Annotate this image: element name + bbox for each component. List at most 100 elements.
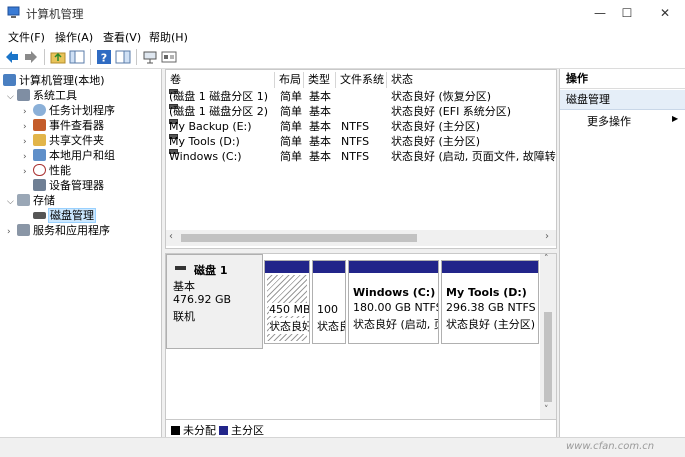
event-viewer-icon bbox=[33, 119, 46, 131]
type-cell: 基本 bbox=[309, 90, 331, 103]
partition-status: 状态良好 (主分区) bbox=[446, 318, 536, 331]
disk-graphic-panel: 磁盘 1 基本 476.92 GB 联机 450 MB 状态良好 100 状态良… bbox=[165, 253, 557, 421]
vertical-scrollbar[interactable]: ˄ ˅ bbox=[540, 254, 556, 420]
scroll-down-icon[interactable]: ˅ bbox=[544, 405, 549, 415]
layout-cell: 简单 bbox=[280, 150, 302, 163]
fs-cell: NTFS bbox=[341, 135, 370, 148]
unallocated-swatch bbox=[171, 426, 180, 435]
forward-arrow-icon[interactable] bbox=[23, 49, 39, 65]
tree-item-shared-folders[interactable]: › 共享文件夹 bbox=[23, 133, 104, 148]
scrollbar-thumb[interactable] bbox=[544, 312, 552, 402]
tree-item-performance[interactable]: › 性能 bbox=[23, 163, 71, 178]
table-row[interactable]: My Tools (D:) 简单 基本 NTFS 状态良好 (主分区) bbox=[166, 134, 556, 149]
column-header-layout[interactable]: 布局 bbox=[275, 72, 304, 88]
watermark: www.cfan.com.cn bbox=[566, 441, 655, 452]
tree-item-device-manager[interactable]: 设备管理器 bbox=[33, 178, 104, 193]
users-icon bbox=[33, 149, 46, 161]
layout-cell: 简单 bbox=[280, 120, 302, 133]
navigation-tree: 计算机管理(本地) ⌵ 系统工具 › 任务计划程序 › 事件查看器 › 共享文件夹 › 本… bbox=[0, 69, 162, 437]
partition-block[interactable]: 100 状态良 bbox=[312, 260, 346, 344]
legend: 未分配 主分区 bbox=[165, 419, 557, 438]
table-row[interactable]: (磁盘 1 磁盘分区 1) 简单 基本 状态良好 (恢复分区) bbox=[166, 89, 556, 104]
status-cell: 状态良好 (启动, 页面文件, 故障转储, bbox=[391, 150, 557, 163]
status-bar: www.cfan.com.cn bbox=[0, 437, 685, 457]
status-cell: 状态良好 (恢复分区) bbox=[391, 90, 492, 103]
scroll-left-icon[interactable]: ‹ bbox=[169, 231, 173, 242]
partition-block[interactable]: My Tools (D:) 296.38 GB NTFS 状态良好 (主分区) bbox=[441, 260, 539, 344]
chevron-down-icon[interactable]: ⌵ bbox=[7, 195, 17, 210]
actions-section-disk-management[interactable]: 磁盘管理 bbox=[560, 90, 685, 110]
partition-header bbox=[442, 261, 538, 273]
primary-swatch bbox=[219, 426, 228, 435]
disk-kind: 基本 bbox=[173, 280, 195, 293]
toolbar-divider bbox=[90, 49, 91, 65]
legend-unallocated: 未分配 bbox=[171, 422, 216, 438]
performance-icon bbox=[33, 164, 46, 176]
svg-text:?: ? bbox=[101, 52, 107, 65]
chevron-right-icon[interactable]: › bbox=[7, 225, 17, 240]
column-header-status[interactable]: 状态 bbox=[387, 72, 556, 88]
partition-header bbox=[349, 261, 438, 273]
partition-status: 状态良好 bbox=[269, 318, 309, 334]
status-cell: 状态良好 (主分区) bbox=[391, 135, 481, 148]
toolbar: ? bbox=[0, 46, 685, 69]
volume-list: 卷 布局 类型 文件系统 状态 (磁盘 1 磁盘分区 1) 简单 基本 状态良好… bbox=[165, 69, 557, 249]
disk-label[interactable]: 磁盘 1 基本 476.92 GB 联机 bbox=[166, 254, 263, 349]
column-header-fs[interactable]: 文件系统 bbox=[336, 72, 387, 88]
chevron-down-icon[interactable]: ⌵ bbox=[7, 90, 17, 105]
tree-item-disk-management[interactable]: 磁盘管理 bbox=[33, 208, 96, 223]
more-actions-arrow-icon[interactable]: ▶ bbox=[672, 114, 678, 123]
more-actions[interactable]: 更多操作 bbox=[587, 113, 631, 129]
fs-cell: NTFS bbox=[341, 150, 370, 163]
help-icon[interactable]: ? bbox=[96, 49, 112, 65]
clock-icon bbox=[33, 104, 46, 116]
maximize-button[interactable]: ☐ bbox=[610, 0, 644, 26]
tree-item-system-tools[interactable]: ⌵ 系统工具 bbox=[7, 88, 77, 103]
column-header-type[interactable]: 类型 bbox=[304, 72, 336, 88]
tree-item-storage[interactable]: ⌵ 存储 bbox=[7, 193, 55, 208]
tree-item-local-users[interactable]: › 本地用户和组 bbox=[23, 148, 115, 163]
partition-size: 296.38 GB NTFS bbox=[446, 301, 536, 314]
disk-size: 476.92 GB bbox=[173, 293, 232, 306]
partition-status: 状态良 bbox=[317, 320, 345, 333]
layout-cell: 简单 bbox=[280, 90, 302, 103]
computer-management-icon bbox=[7, 6, 20, 18]
console-tree-icon[interactable] bbox=[69, 49, 85, 65]
disk-view-icon[interactable] bbox=[161, 49, 177, 65]
storage-icon bbox=[17, 194, 30, 206]
up-folder-icon[interactable] bbox=[50, 49, 66, 65]
properties-pane-icon[interactable] bbox=[115, 49, 131, 65]
legend-primary: 主分区 bbox=[219, 422, 264, 438]
column-header-volume[interactable]: 卷 bbox=[166, 72, 275, 88]
tree-item-task-scheduler[interactable]: › 任务计划程序 bbox=[23, 103, 115, 118]
tree-item-root[interactable]: 计算机管理(本地) bbox=[3, 73, 105, 88]
scrollbar-thumb[interactable] bbox=[181, 234, 417, 242]
services-icon bbox=[17, 224, 30, 236]
menu-help[interactable]: 帮助(H) bbox=[149, 29, 188, 45]
table-row[interactable]: Windows (C:) 简单 基本 NTFS 状态良好 (启动, 页面文件, … bbox=[166, 149, 556, 164]
actions-pane: 操作 磁盘管理 更多操作 ▶ bbox=[559, 69, 685, 437]
back-arrow-icon[interactable] bbox=[4, 49, 20, 65]
menu-file[interactable]: 文件(F) bbox=[8, 29, 45, 45]
partition-size: 180.00 GB NTFS bbox=[353, 301, 439, 314]
disk-name: 磁盘 1 bbox=[194, 264, 228, 277]
layout-cell: 简单 bbox=[280, 135, 302, 148]
layout-cell: 简单 bbox=[280, 105, 302, 118]
toolbar-divider bbox=[136, 49, 137, 65]
menu-view[interactable]: 查看(V) bbox=[103, 29, 141, 45]
tree-item-services[interactable]: › 服务和应用程序 bbox=[7, 223, 110, 238]
close-button[interactable]: ✕ bbox=[648, 0, 682, 26]
partition-block[interactable]: 450 MB 状态良好 bbox=[264, 260, 310, 344]
tree-item-event-viewer[interactable]: › 事件查看器 bbox=[23, 118, 104, 133]
horizontal-scrollbar[interactable]: ‹ › bbox=[166, 230, 556, 246]
scroll-right-icon[interactable]: › bbox=[545, 231, 549, 242]
scroll-up-icon[interactable]: ˄ bbox=[544, 254, 549, 264]
window-title: 计算机管理 bbox=[26, 7, 84, 21]
table-row[interactable]: My Backup (E:) 简单 基本 NTFS 状态良好 (主分区) bbox=[166, 119, 556, 134]
type-cell: 基本 bbox=[309, 120, 331, 133]
connect-icon[interactable] bbox=[142, 49, 158, 65]
menu-action[interactable]: 操作(A) bbox=[55, 29, 93, 45]
chevron-right-icon[interactable]: › bbox=[23, 165, 33, 180]
partition-block[interactable]: Windows (C:) 180.00 GB NTFS 状态良好 (启动, 页 bbox=[348, 260, 439, 344]
table-row[interactable]: (磁盘 1 磁盘分区 2) 简单 基本 状态良好 (EFI 系统分区) bbox=[166, 104, 556, 119]
